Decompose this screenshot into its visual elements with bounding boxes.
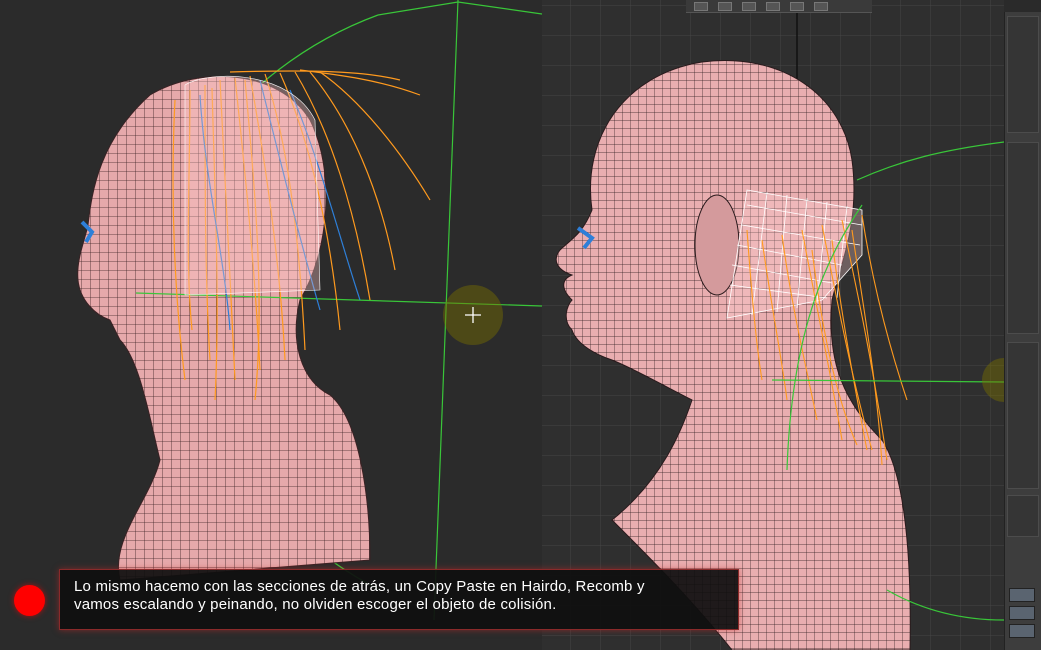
caption-line-2: vamos escalando y peinando, no olviden e… [74,596,557,613]
zoom-tool-icon[interactable] [694,1,708,11]
caption-line-1: Lo mismo hacemo con las secciones de atr… [74,578,645,595]
caption-box: Lo mismo hacemo con las secciones de atr… [59,569,739,630]
viewport-left[interactable] [0,0,542,650]
grid-tool-icon[interactable] [742,1,756,11]
ear [694,194,740,296]
record-dot-icon [14,585,45,616]
rollout-4[interactable] [1007,495,1039,537]
spinner-1[interactable] [1009,588,1035,602]
rollout-3[interactable] [1007,342,1039,489]
pan-tool-icon[interactable] [718,1,732,11]
left-scene [77,0,542,621]
rollout-2[interactable] [1007,142,1039,334]
spinner-2[interactable] [1009,606,1035,620]
spinner-3[interactable] [1009,624,1035,638]
orbit-tool-icon[interactable] [766,1,780,11]
monitor-tool-icon[interactable] [790,1,804,11]
rollout-1[interactable] [1007,16,1039,133]
maximize-tool-icon[interactable] [814,1,828,11]
viewport-right[interactable] [542,0,1004,650]
right-scene [542,0,1004,650]
viewport-toolbar [686,0,872,13]
command-panel [1004,12,1041,650]
